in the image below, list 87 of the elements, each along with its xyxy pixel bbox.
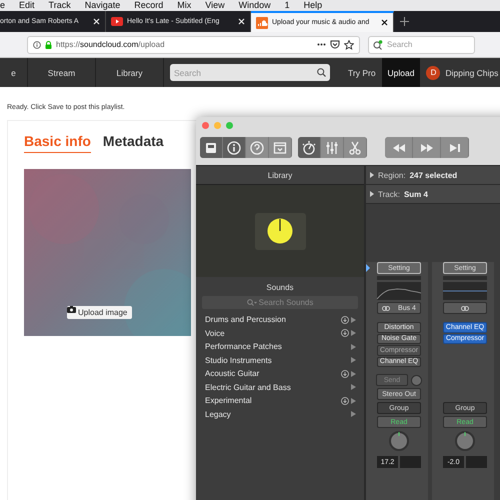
url-text: https://soundcloud.com/upload [56, 40, 165, 49]
camera-icon [67, 306, 76, 313]
user-name[interactable]: Dipping Chips [445, 68, 498, 78]
chevron-icon[interactable] [351, 370, 356, 377]
link-icon [382, 306, 390, 310]
nav-link[interactable]: Library [96, 58, 164, 87]
panel-title: Library [268, 170, 292, 180]
search-icon [246, 298, 257, 306]
menu-item[interactable]: Mix [177, 0, 192, 11]
library-item[interactable]: Legacy [196, 408, 364, 421]
menu-item[interactable]: e [0, 0, 6, 11]
library-item[interactable]: Experimental [196, 394, 364, 408]
more-icon[interactable] [317, 43, 326, 46]
fast-forward-icon [420, 144, 432, 152]
eq-curve-drawing[interactable] [377, 282, 421, 300]
toolbar-button[interactable] [200, 137, 223, 158]
editor-icon [274, 142, 286, 154]
library-item[interactable]: Studio Instruments [196, 354, 364, 367]
nav-link[interactable]: Try Pro [342, 58, 382, 87]
tuner-icon [302, 140, 316, 154]
info-icon [227, 140, 241, 154]
cloud-icon [256, 16, 268, 28]
scissors-icon [349, 140, 361, 154]
chevron-icon[interactable] [351, 398, 356, 404]
chevron-icon[interactable] [351, 384, 356, 390]
library-icon [206, 142, 216, 152]
search-icon [373, 40, 383, 50]
star-icon[interactable] [344, 40, 354, 50]
chevron-icon[interactable] [351, 330, 356, 336]
nav-link[interactable]: Upload [382, 58, 420, 87]
toolbar-button[interactable] [223, 137, 246, 158]
toolbar-button[interactable] [385, 137, 413, 158]
pocket-icon[interactable] [330, 40, 340, 49]
avatar[interactable]: D [426, 66, 440, 80]
menu-item[interactable]: View [205, 0, 225, 11]
rewind-icon [392, 144, 404, 152]
knob-icon [267, 218, 293, 244]
address-bar[interactable]: https://soundcloud.com/upload [27, 36, 360, 54]
download-icon[interactable] [341, 329, 349, 338]
lock-icon [45, 40, 52, 48]
menu-item[interactable]: Edit [19, 0, 35, 11]
download-icon[interactable] [341, 396, 349, 405]
library-item[interactable]: Drums and Percussion [196, 313, 364, 326]
menu-item[interactable]: Window [238, 0, 271, 11]
menu-item[interactable]: Track [48, 0, 71, 11]
library-item[interactable]: Acoustic Guitar [196, 367, 364, 380]
info-icon[interactable] [33, 40, 41, 48]
eq-curve-drawing[interactable] [443, 282, 487, 300]
track-label: Track: [378, 190, 400, 198]
new-tab-icon[interactable] [400, 17, 409, 26]
menu-item[interactable]: Navigate [84, 0, 120, 11]
link-icon [461, 306, 469, 310]
pan-knob[interactable] [454, 430, 476, 452]
search-icon[interactable] [317, 68, 326, 77]
library-item[interactable]: Electric Guitar and Bass [196, 380, 364, 394]
download-icon[interactable] [341, 316, 349, 324]
menu-item[interactable]: Record [134, 0, 164, 11]
nav-link[interactable]: e [0, 58, 28, 87]
io-slot[interactable] [443, 302, 487, 314]
download-icon[interactable] [341, 370, 349, 378]
value-field[interactable] [400, 456, 421, 468]
close-icon[interactable] [381, 19, 388, 26]
upload-image-button[interactable]: Upload image [67, 306, 132, 319]
skip-to-end-icon [450, 144, 460, 152]
video-icon [111, 17, 123, 26]
inspector-row[interactable]: Track: Sum 4 [366, 185, 500, 204]
pan-knob[interactable] [388, 430, 410, 452]
value-field[interactable] [466, 456, 487, 468]
chevron-icon[interactable] [351, 316, 356, 323]
library-item[interactable]: Performance Patches [196, 340, 364, 354]
send-knob[interactable] [411, 374, 422, 386]
toolbar-button[interactable] [298, 137, 321, 158]
library-item[interactable]: Voice [196, 326, 364, 340]
menu-item[interactable]: 1 [284, 0, 290, 11]
section-title: Sounds [265, 282, 295, 294]
mixer-icon [326, 140, 338, 154]
region-value: 247 selected [410, 170, 458, 180]
nav-link[interactable]: Stream [28, 58, 96, 87]
form-tab[interactable]: Metadata [102, 133, 164, 153]
inspector-row[interactable]: Region: 247 selected [366, 166, 500, 185]
menu-item[interactable]: Help [304, 0, 322, 11]
help-icon [250, 140, 264, 154]
chevron-icon[interactable] [351, 411, 356, 418]
track-value: Sum 4 [404, 190, 428, 198]
chevron-icon[interactable] [351, 357, 356, 364]
chevron-icon[interactable] [351, 344, 356, 350]
region-label: Region: [378, 170, 406, 180]
